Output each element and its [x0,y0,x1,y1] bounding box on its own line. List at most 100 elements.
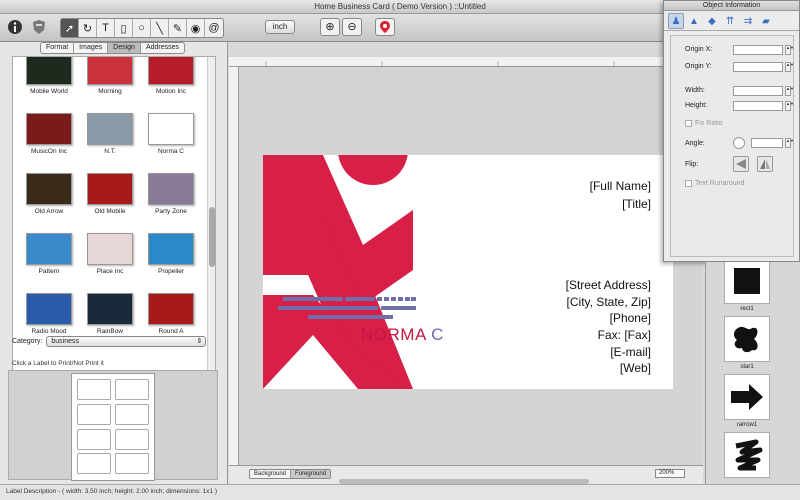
template-preview [148,293,194,325]
width-stepper[interactable]: ▲▼ [785,86,794,96]
arrange-icon[interactable]: ▲ [686,13,702,29]
card-fax-line[interactable]: Fax: [Fax] [598,328,651,342]
template-gallery: Mobile World Morning Motion Inc MusicOn Inc… [12,56,216,374]
tab-addresses[interactable]: Addresses [141,43,184,53]
tab-design[interactable]: Design [108,43,141,53]
shape-rect[interactable]: rect1 [724,262,770,312]
label-cell[interactable] [77,428,111,450]
template-name: Mobile World [30,88,68,95]
width-field[interactable] [733,86,783,96]
template-thumb[interactable]: Party Zone [141,169,201,227]
flip-vertical-icon[interactable] [757,156,773,172]
checkbox-box [685,120,692,127]
distribute-icon[interactable]: ⇉ [740,13,756,29]
card-full-name[interactable]: [Full Name] [590,179,651,193]
layer-background[interactable]: Background [250,470,292,478]
purple-bar [308,315,393,319]
height-stepper[interactable]: ▲▼ [785,101,794,111]
tab-images[interactable]: Images [74,43,109,53]
flip-horizontal-icon[interactable] [733,156,749,172]
business-card[interactable]: [Full Name] [Title] [Street Address] [Ci… [263,155,673,389]
template-thumb[interactable]: N.T. [80,109,140,167]
template-thumb[interactable]: Old Mobile [80,169,140,227]
category-label: Category: [12,338,43,345]
card-street[interactable]: [Street Address] [566,278,651,292]
card-email[interactable]: [E-mail] [610,345,651,359]
align-icon[interactable]: ⇈ [722,13,738,29]
left-ruler [229,67,239,465]
height-field[interactable] [733,101,783,111]
purple-bar [377,297,382,301]
origin-y-stepper[interactable]: ▲▼ [785,62,794,72]
template-thumb[interactable]: Old Arrow [19,169,79,227]
left-panel: Format Images Design Addresses Mobile Wo… [0,42,228,484]
ellipse-tool-icon[interactable]: ○ [133,19,151,37]
label-cell[interactable] [77,379,111,400]
label-cell[interactable] [115,379,149,400]
tab-format[interactable]: Format [41,43,75,53]
unit-button[interactable]: inch [265,20,295,34]
fix-ratio-checkbox[interactable]: Fix Ratio [685,120,723,127]
angle-field[interactable] [751,138,783,148]
zoom-select[interactable]: 200% [655,469,685,478]
label-cell[interactable] [77,453,111,475]
rotate-tool-icon[interactable]: ↻ [79,19,97,37]
card-title[interactable]: [Title] [622,197,651,211]
object-info-icon[interactable]: ♟ [668,13,684,29]
card-phone[interactable]: [Phone] [610,311,651,325]
map-pin-icon[interactable] [375,18,395,36]
angle-dial[interactable] [733,137,745,149]
template-thumb[interactable]: Norma C [141,109,201,167]
text-runaround-label: Text Runaround [695,180,745,187]
origin-x-stepper[interactable]: ▲▼ [785,45,794,55]
template-thumb[interactable]: Mobile World [19,57,79,107]
card-web[interactable]: [Web] [620,361,651,375]
zoom-in-icon[interactable]: ⊕ [320,18,340,36]
layers-icon[interactable]: ▰ [758,13,774,29]
label-cell[interactable] [115,428,149,450]
card-city[interactable]: [City, State, Zip] [567,295,651,309]
at-tool-icon[interactable]: @ [205,19,223,37]
label-cell[interactable] [77,403,111,425]
card-brand[interactable]: NORMA C [361,325,444,345]
template-preview [148,173,194,205]
purple-bar [391,297,396,301]
template-thumb[interactable]: MusicOn Inc [19,109,79,167]
gallery-scrollbar[interactable] [207,57,215,373]
scroll-knob[interactable] [209,207,215,267]
shape-label: rect1 [740,306,754,312]
zoom-out-icon[interactable]: ⊖ [342,18,362,36]
shape-label: rarrow1 [736,422,758,428]
label-cell[interactable] [115,403,149,425]
origin-x-field[interactable] [733,45,783,55]
line-tool-icon[interactable]: ╲ [151,19,169,37]
layer-foreground[interactable]: Foreground [291,470,331,478]
text-tool-icon[interactable]: T [97,19,115,37]
shape-arrow[interactable]: rarrow1 [724,374,770,428]
label-cell[interactable] [115,453,149,475]
template-thumb[interactable]: Propeller [141,229,201,287]
fill-tool-icon[interactable]: ◉ [187,19,205,37]
pen-tool-icon[interactable]: ✎ [169,19,187,37]
template-name: Old Arrow [34,208,64,215]
origin-y-field[interactable] [733,62,783,72]
rect-tool-icon[interactable]: ▯ [115,19,133,37]
info-icon[interactable] [6,18,24,36]
template-thumb[interactable]: Pattern [19,229,79,287]
category-select[interactable]: business ⇕ [46,336,207,347]
purple-bar [345,297,375,301]
template-thumb[interactable]: Morning [80,57,140,107]
shield-icon[interactable] [30,18,48,36]
shape-scribble[interactable] [724,432,770,478]
template-thumb[interactable]: Place Inc [80,229,140,287]
arrow-tool-icon[interactable]: ➚ [61,19,79,37]
shape-star[interactable]: star1 [724,316,770,370]
template-name: Old Mobile [94,208,126,215]
template-thumb[interactable]: Motion Inc [141,57,201,107]
zoom-controls: ⊕ ⊖ [320,18,362,36]
angle-stepper[interactable]: ▲▼ [785,138,794,148]
template-preview [148,57,194,85]
text-runaround-checkbox[interactable]: Text Runaround [685,180,744,187]
template-preview [87,57,133,85]
fill-icon[interactable]: ◆ [704,13,720,29]
